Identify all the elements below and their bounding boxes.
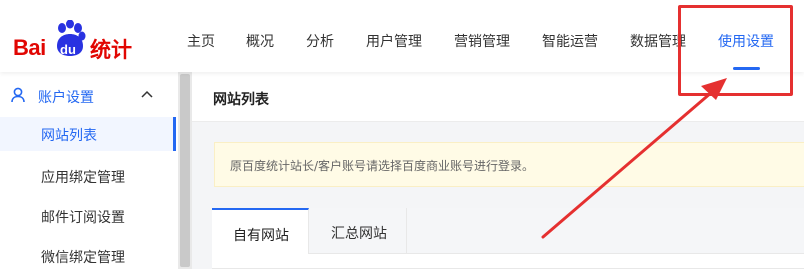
tab-summary-sites[interactable]: 汇总网站 <box>309 208 407 254</box>
scrollbar-thumb[interactable] <box>180 74 190 267</box>
nav-item-overview[interactable]: 概况 <box>246 31 274 51</box>
tab-own-sites[interactable]: 自有网站 <box>212 208 309 254</box>
site-tabs: 自有网站 汇总网站 <box>212 208 804 269</box>
page-title: 网站列表 <box>213 92 269 108</box>
tab-label: 自有网站 <box>233 228 289 244</box>
sidebar-item-site-list[interactable]: 网站列表 <box>0 117 176 151</box>
sidebar: 账户设置 网站列表 应用绑定管理 邮件订阅设置 微信绑定管理 <box>0 72 178 269</box>
main-content: 网站列表 原百度统计站长/客户账号请选择百度商业账号进行登录。 自有网站 汇总网… <box>192 72 804 269</box>
user-icon <box>11 87 25 103</box>
nav-item-data-management[interactable]: 数据管理 <box>630 31 686 51</box>
nav-active-indicator <box>733 67 760 70</box>
sidebar-item-label: 微信绑定管理 <box>41 250 125 266</box>
sidebar-item-label: 网站列表 <box>41 128 97 144</box>
chevron-up-icon[interactable] <box>141 90 153 98</box>
nav-item-marketing[interactable]: 营销管理 <box>454 31 510 51</box>
nav-item-user-management[interactable]: 用户管理 <box>366 31 422 51</box>
tab-strip-filler <box>407 208 804 254</box>
sidebar-item-wechat-binding[interactable]: 微信绑定管理 <box>0 239 176 269</box>
sidebar-group-account-settings[interactable]: 账户设置 <box>0 84 176 110</box>
sidebar-item-email-subscription[interactable]: 邮件订阅设置 <box>0 199 176 233</box>
nav-item-home[interactable]: 主页 <box>187 31 215 51</box>
sidebar-item-app-binding[interactable]: 应用绑定管理 <box>0 159 176 193</box>
sidebar-group-label: 账户设置 <box>38 90 94 106</box>
nav-item-settings[interactable]: 使用设置 <box>718 31 774 51</box>
baidu-tongji-logo[interactable]: Bai du 统计 <box>10 18 135 62</box>
tab-label: 汇总网站 <box>331 226 387 242</box>
logo-brand-text: Bai <box>13 35 46 60</box>
sidebar-active-indicator <box>173 117 176 151</box>
sidebar-scrollbar[interactable] <box>178 72 192 269</box>
nav-item-smart-ops[interactable]: 智能运营 <box>542 31 598 51</box>
page: Bai du 统计 主页 概况 分析 用户管理 营销管理 智能运营 数据管理 使… <box>0 0 804 269</box>
sidebar-item-label: 应用绑定管理 <box>41 170 125 186</box>
notice-banner: 原百度统计站长/客户账号请选择百度商业账号进行登录。 <box>214 142 804 187</box>
sidebar-item-label: 邮件订阅设置 <box>41 210 125 226</box>
logo-product-text: 统计 <box>90 38 132 62</box>
nav-item-analysis[interactable]: 分析 <box>306 31 334 51</box>
top-header: Bai du 统计 主页 概况 分析 用户管理 营销管理 智能运营 数据管理 使… <box>0 0 804 72</box>
logo-du-text: du <box>60 42 76 57</box>
content-header: 网站列表 <box>192 72 804 122</box>
notice-text: 原百度统计站长/客户账号请选择百度商业账号进行登录。 <box>230 159 535 173</box>
